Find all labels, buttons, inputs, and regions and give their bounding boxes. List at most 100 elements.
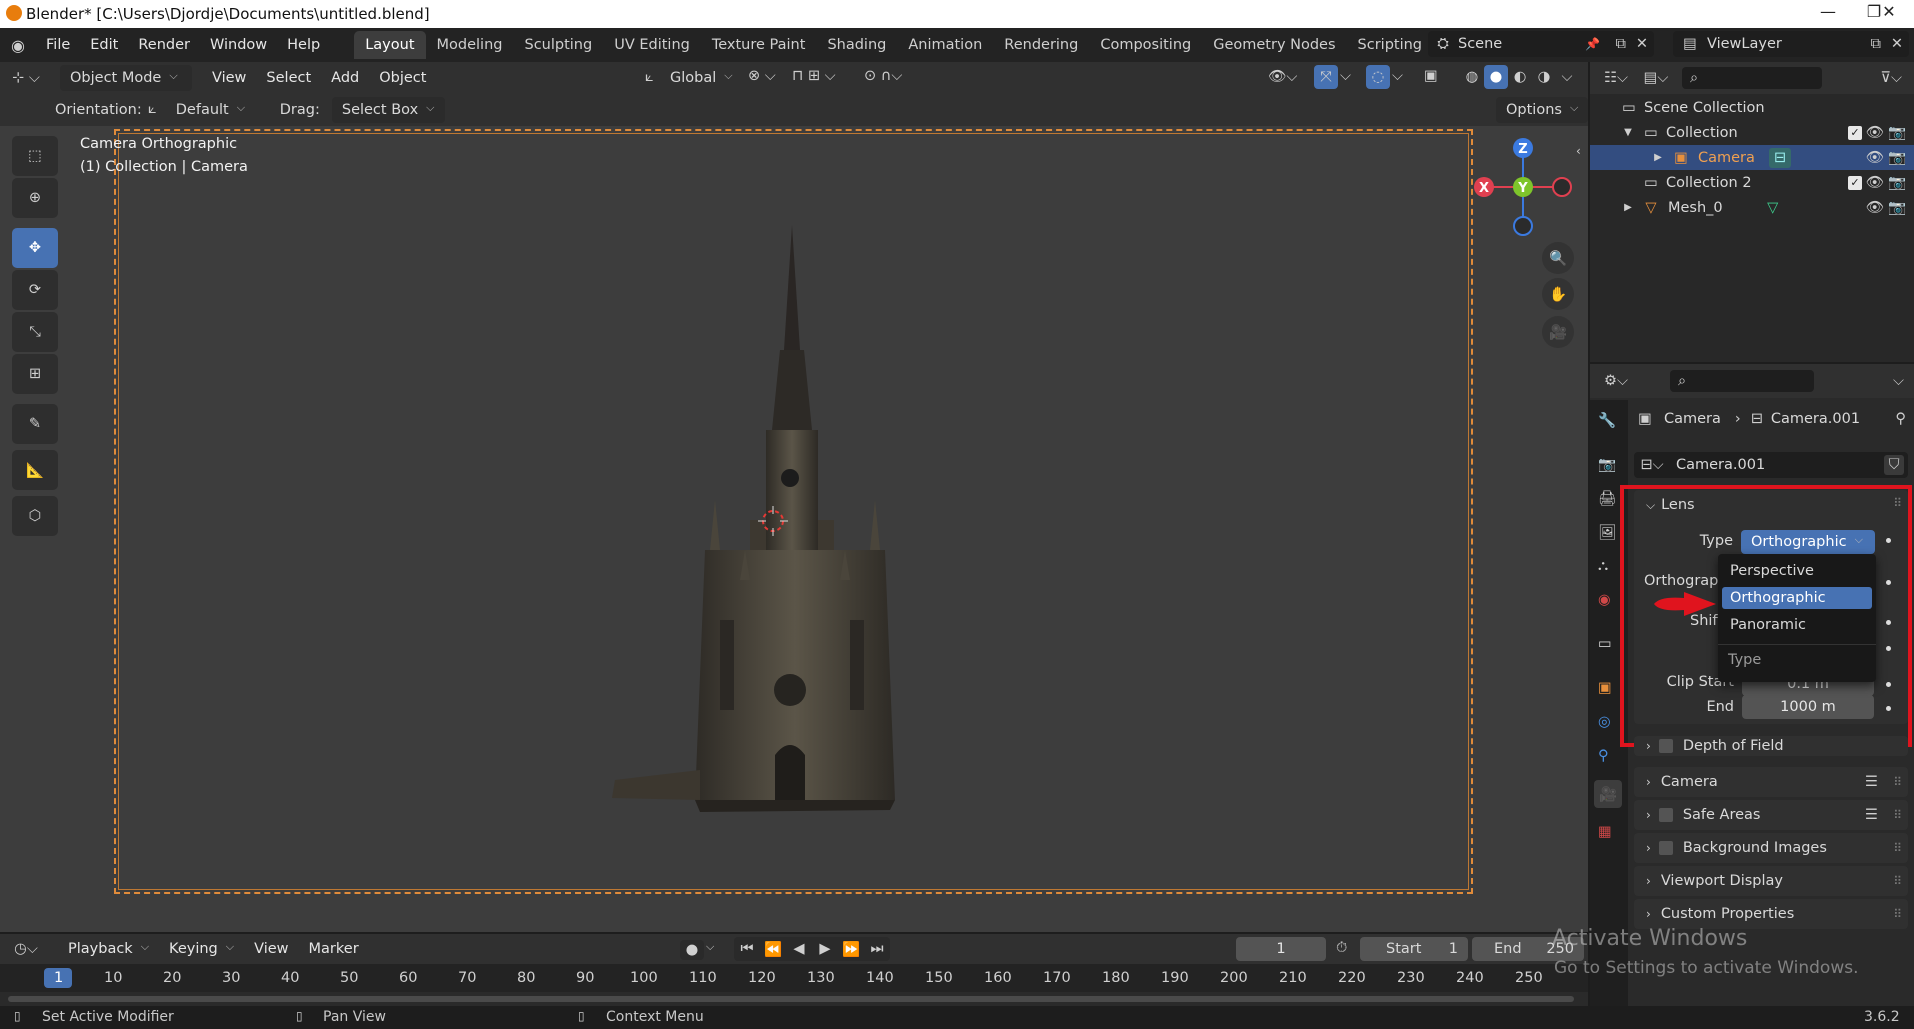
wireframe-shading-icon[interactable]: ◍	[1460, 69, 1484, 85]
scene-selector[interactable]: ⛭ Scene 📌 ⧉ ✕	[1428, 31, 1654, 57]
menu-marker[interactable]: Marker	[299, 935, 369, 963]
start-frame-field[interactable]: Start 1	[1360, 937, 1468, 961]
menu-add[interactable]: Add	[321, 64, 369, 92]
expand-arrow-icon[interactable]: ▼	[1620, 127, 1636, 138]
panel-checkbox[interactable]	[1658, 808, 1673, 822]
pan-icon[interactable]: ✋	[1542, 278, 1574, 310]
add-cube-tool[interactable]: ⬡	[12, 496, 58, 536]
move-tool[interactable]: ✥	[12, 228, 58, 268]
editor-type-icon[interactable]: ⊹ ⌵	[6, 70, 46, 86]
drag-handle-icon[interactable]: ⠿	[1893, 874, 1902, 888]
panel-custom-properties[interactable]: › Custom Properties ⠿	[1634, 899, 1908, 929]
presets-icon[interactable]: ☰	[1865, 807, 1878, 823]
properties-editor-icon[interactable]: ⚙⌵	[1596, 373, 1636, 389]
physics-tab-icon[interactable]: ◎	[1598, 714, 1611, 730]
outliner-row-camera[interactable]: ▶ ▣ Camera ⊟ 👁 📷	[1590, 145, 1914, 170]
keying-set-menu-icon[interactable]: ⌵	[706, 940, 714, 954]
current-frame-field[interactable]: 1	[1236, 937, 1326, 961]
play-icon[interactable]: ▶	[812, 941, 838, 957]
sidebar-toggle-icon[interactable]: ‹	[1576, 144, 1581, 158]
menu-playback[interactable]: Playback	[58, 935, 159, 963]
overlays-toggle-icon[interactable]: ◌	[1366, 65, 1390, 89]
scene-tab-icon[interactable]: ⛬	[1598, 558, 1608, 574]
proportional-editing-icon[interactable]: ⊙ ∩⌵	[864, 68, 902, 84]
render-camera-icon[interactable]: 📷	[1888, 124, 1906, 141]
expand-arrow-icon[interactable]: ▶	[1620, 202, 1636, 213]
render-camera-icon[interactable]: 📷	[1888, 149, 1906, 166]
view-layer-tab-icon[interactable]: 🖼	[1598, 524, 1616, 541]
close-window-button[interactable]: ✕	[1866, 2, 1912, 26]
camera-view-icon[interactable]: 🎥	[1542, 316, 1574, 348]
view-layer-selector[interactable]: ▤ ViewLayer ⧉ ✕	[1673, 31, 1909, 57]
play-reverse-icon[interactable]: ◀	[786, 941, 812, 957]
menu-keying[interactable]: Keying	[159, 935, 244, 963]
orientation-selector[interactable]: Default	[148, 97, 266, 123]
transform-tool[interactable]: ⊞	[12, 354, 58, 394]
pivot-point-icon[interactable]: ⊗ ⌵	[748, 68, 776, 84]
xray-icon[interactable]: ▣	[1424, 68, 1438, 84]
expand-arrow-icon[interactable]: ▶	[1650, 152, 1666, 163]
outliner-row-mesh[interactable]: ▶ ▽ Mesh_0 ▽ 👁 📷	[1590, 195, 1914, 220]
drag-selector[interactable]: Select Box	[331, 97, 445, 123]
scale-tool[interactable]: ⤡	[12, 312, 58, 352]
presets-icon[interactable]: ☰	[1865, 774, 1878, 790]
world-tab-icon[interactable]: ◉	[1598, 592, 1611, 608]
render-tab-icon[interactable]: 📷	[1598, 456, 1616, 473]
jump-end-icon[interactable]: ⏭	[864, 941, 890, 957]
gizmo-menu-icon[interactable]: ⌵	[1340, 68, 1351, 84]
menu-view[interactable]: View	[202, 64, 256, 92]
eye-icon[interactable]: 👁	[1866, 149, 1884, 166]
outliner-row-collection-2[interactable]: ▭ Collection 2 ✓ 👁 📷	[1590, 170, 1914, 195]
menu-timeline-view[interactable]: View	[244, 935, 298, 963]
delete-scene-icon[interactable]: ✕	[1636, 36, 1648, 52]
tab-compositing[interactable]: Compositing	[1089, 31, 1202, 59]
outliner-search[interactable]: ⌕	[1682, 67, 1822, 89]
camera-data-tab-icon[interactable]: 🎥	[1594, 780, 1622, 808]
panel-camera[interactable]: › Camera ☰ ⠿	[1634, 767, 1908, 797]
tool-tab-icon[interactable]: 🔧	[1598, 412, 1616, 429]
drag-handle-icon[interactable]: ⠿	[1893, 808, 1902, 822]
exclude-checkbox[interactable]: ✓	[1848, 125, 1862, 140]
stopwatch-icon[interactable]: ⏱	[1336, 940, 1347, 956]
drag-handle-icon[interactable]: ⠿	[1893, 907, 1902, 921]
new-scene-icon[interactable]: ⧉	[1616, 36, 1626, 52]
tab-animation[interactable]: Animation	[897, 31, 993, 59]
menu-render[interactable]: Render	[128, 31, 200, 59]
display-mode-icon[interactable]: ▤⌵	[1636, 70, 1676, 86]
panel-background-images[interactable]: › Background Images ⠿	[1634, 833, 1908, 863]
visibility-icon[interactable]: 👁⌵	[1268, 68, 1297, 85]
new-view-layer-icon[interactable]: ⧉	[1871, 36, 1881, 52]
auto-keying-icon[interactable]: ●	[680, 940, 704, 960]
gizmo-toggle-icon[interactable]: ⤧	[1314, 65, 1338, 89]
3d-cursor-icon[interactable]	[758, 506, 788, 536]
tab-layout[interactable]: Layout	[354, 31, 426, 59]
zoom-icon[interactable]: 🔍	[1542, 242, 1574, 274]
drag-handle-icon[interactable]: ⠿	[1893, 841, 1902, 855]
navigation-gizmo[interactable]: Z X Y	[1472, 132, 1582, 242]
collection-tab-icon[interactable]: ▭	[1598, 636, 1612, 652]
panel-viewport-display[interactable]: › Viewport Display ⠿	[1634, 866, 1908, 896]
exclude-checkbox[interactable]: ✓	[1848, 175, 1862, 190]
tab-modeling[interactable]: Modeling	[426, 31, 514, 59]
tab-geometry-nodes[interactable]: Geometry Nodes	[1202, 31, 1346, 59]
mode-selector[interactable]: Object Mode	[60, 65, 192, 91]
menu-select[interactable]: Select	[256, 64, 321, 92]
cursor-tool[interactable]: ⊕	[12, 178, 58, 218]
shading-menu-icon[interactable]: ⌵	[1556, 69, 1578, 85]
properties-options-icon[interactable]: ⌵	[1893, 373, 1904, 389]
pin-icon[interactable]: ⚲	[1895, 411, 1906, 427]
tab-scripting[interactable]: Scripting	[1347, 31, 1433, 59]
filter-icon[interactable]: ⊽⌵	[1880, 70, 1902, 86]
constraints-tab-icon[interactable]: ⚲	[1598, 748, 1609, 764]
fake-user-shield-icon[interactable]: ⛉	[1884, 455, 1904, 475]
camera-data-icon[interactable]: ⊟	[1768, 147, 1791, 168]
tab-shading[interactable]: Shading	[816, 31, 897, 59]
tab-sculpting[interactable]: Sculpting	[513, 31, 603, 59]
select-box-tool[interactable]: ⬚	[12, 136, 58, 176]
outliner-row-scene-collection[interactable]: ▭ Scene Collection	[1590, 95, 1914, 120]
mesh-data-icon[interactable]: ▽	[1763, 200, 1783, 216]
eye-icon[interactable]: 👁	[1866, 199, 1884, 216]
options-button[interactable]: Options	[1496, 97, 1589, 123]
timeline-editor-icon[interactable]: ◷⌵	[6, 941, 46, 957]
output-tab-icon[interactable]: 🖨	[1598, 490, 1616, 507]
